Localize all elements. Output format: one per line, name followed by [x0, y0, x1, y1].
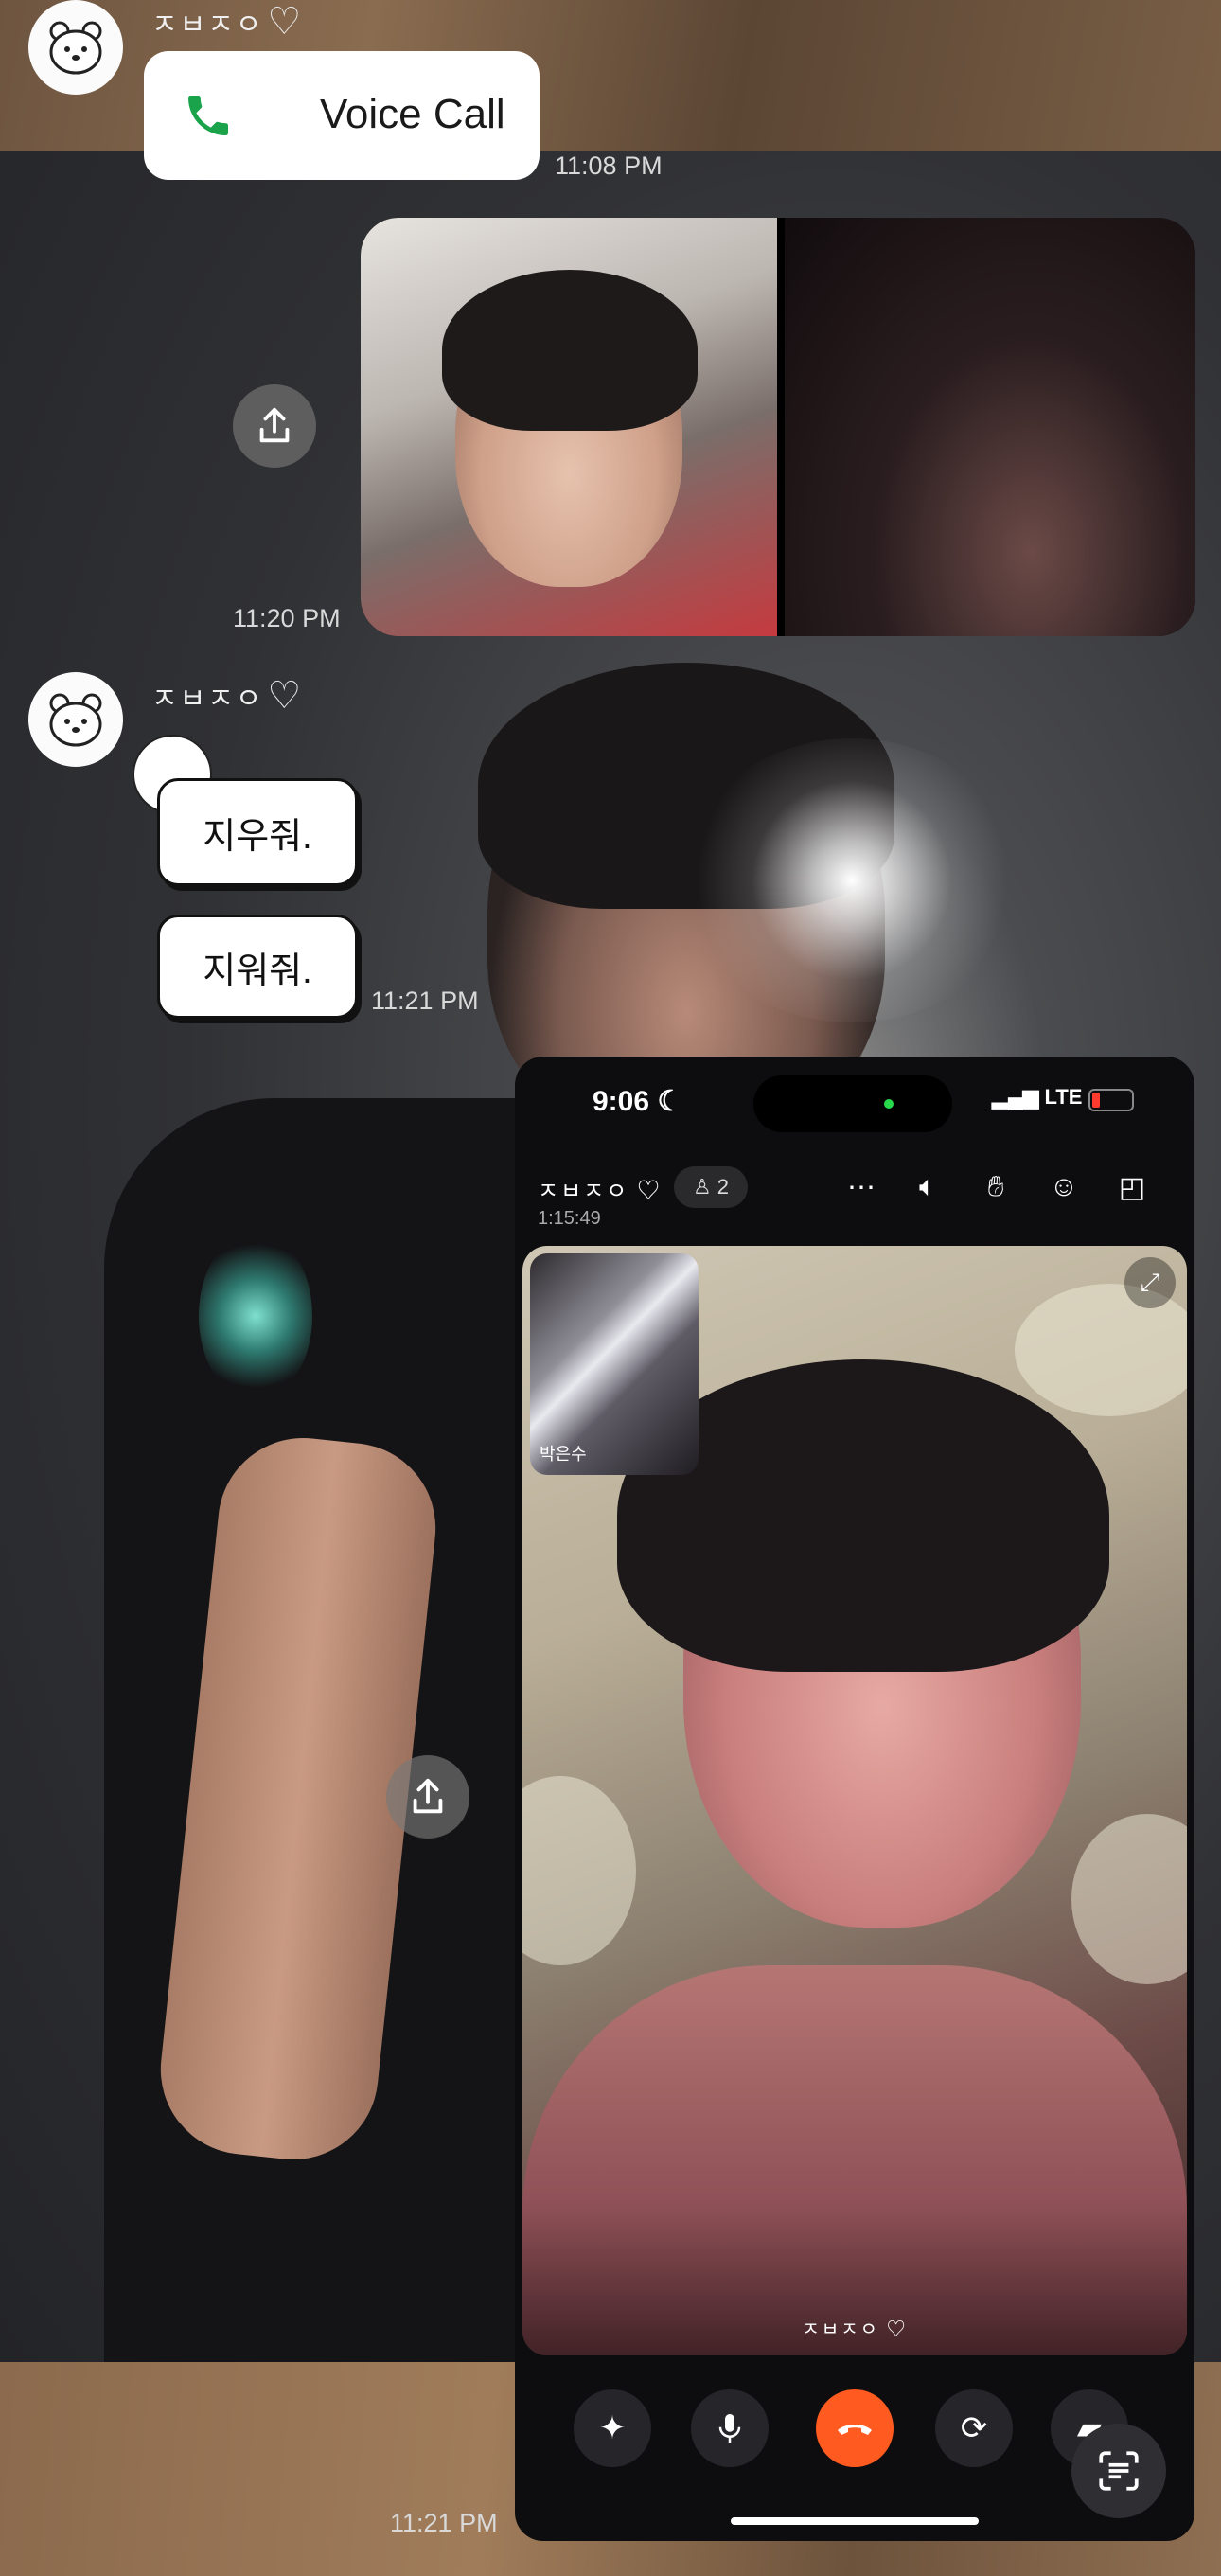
sender-name: ㅈㅂㅈㅇ ♡ — [151, 1, 304, 43]
video-body — [522, 1965, 1187, 2355]
voice-call-bubble[interactable]: Voice Call — [144, 51, 540, 180]
live-text-icon — [1099, 2451, 1139, 2491]
message-time: 11:21 PM — [390, 2509, 498, 2537]
call-title: ㅈㅂㅈㅇ ♡ — [538, 1179, 662, 1204]
photo-right[interactable] — [785, 218, 1195, 636]
sender-name: ㅈㅂㅈㅇ ♡ — [151, 675, 304, 717]
sender-avatar[interactable] — [28, 672, 123, 767]
share-button[interactable] — [233, 384, 316, 468]
self-view-pip: 박은수 — [530, 1253, 699, 1475]
expand-icon: ⤢ — [1124, 1257, 1176, 1308]
mic-icon — [691, 2389, 769, 2467]
sticker-text: 지워줘. — [203, 950, 312, 991]
hand-icon: ✋︎ — [987, 1171, 1004, 1202]
scan-text-button[interactable] — [1071, 2424, 1166, 2518]
wall-pattern — [522, 1776, 636, 1965]
heart-icon: ♡ — [267, 1, 304, 43]
share-icon — [413, 1778, 443, 1814]
layout-icon: ◰ — [1118, 1171, 1146, 1203]
wall-pattern — [1071, 1814, 1187, 1984]
status-time: 9:06 ☾ — [593, 1086, 683, 1117]
camera-indicator — [884, 1099, 894, 1109]
participant-count: ♙ 2 — [674, 1166, 748, 1208]
share-icon — [259, 407, 290, 443]
dynamic-island — [753, 1075, 952, 1132]
photo-attachment[interactable] — [361, 218, 1195, 636]
signal-status: ▂▄▆ LTE — [992, 1085, 1083, 1109]
call-screenshot-attachment[interactable]: 9:06 ☾ ▂▄▆ LTE ㅈㅂㅈㅇ ♡ ♙ 2 1:15:49 ⋯ 🔈︎ ✋… — [515, 1057, 1194, 2541]
speaker-icon: 🔈︎ — [919, 1171, 936, 1202]
mic-shape — [718, 2414, 741, 2443]
sticker-message[interactable]: 지워줘. — [157, 915, 358, 1019]
home-indicator — [731, 2517, 979, 2525]
battery-icon — [1088, 1089, 1134, 1111]
bear-avatar-icon — [49, 21, 102, 75]
photo-hair — [442, 270, 698, 431]
sticker-text: 지우줘. — [203, 816, 312, 857]
message-time: 11:08 PM — [555, 151, 663, 180]
phone-icon — [188, 96, 228, 135]
message-time: 11:20 PM — [233, 604, 341, 632]
voice-call-label: Voice Call — [320, 91, 505, 137]
video-name: ㅈㅂㅈㅇ ♡ — [802, 2319, 908, 2340]
call-duration: 1:15:49 — [538, 1208, 601, 1229]
photo-flash — [681, 738, 1022, 1022]
sticker-message[interactable]: 지우줘. — [157, 778, 358, 886]
pip-label: 박은수 — [540, 1445, 587, 1464]
end-call-icon — [816, 2389, 894, 2467]
hangup-shape — [838, 2425, 872, 2435]
emoji-icon: ☺ — [1049, 1171, 1079, 1202]
sender-avatar[interactable] — [28, 0, 123, 95]
message-time: 11:21 PM — [371, 986, 479, 1015]
share-button[interactable] — [386, 1755, 469, 1839]
heart-icon: ♡ — [267, 675, 304, 717]
video-feed: 박은수 ⤢ ㅈㅂㅈㅇ ♡ — [522, 1246, 1187, 2355]
bear-avatar-icon — [49, 693, 102, 747]
flip-camera-icon: ⟳ — [935, 2389, 1013, 2467]
photo-left[interactable] — [361, 218, 777, 636]
photo-light — [199, 1231, 312, 1401]
more-icon: ⋯ — [847, 1171, 876, 1203]
effects-icon: ✦ — [574, 2389, 651, 2467]
